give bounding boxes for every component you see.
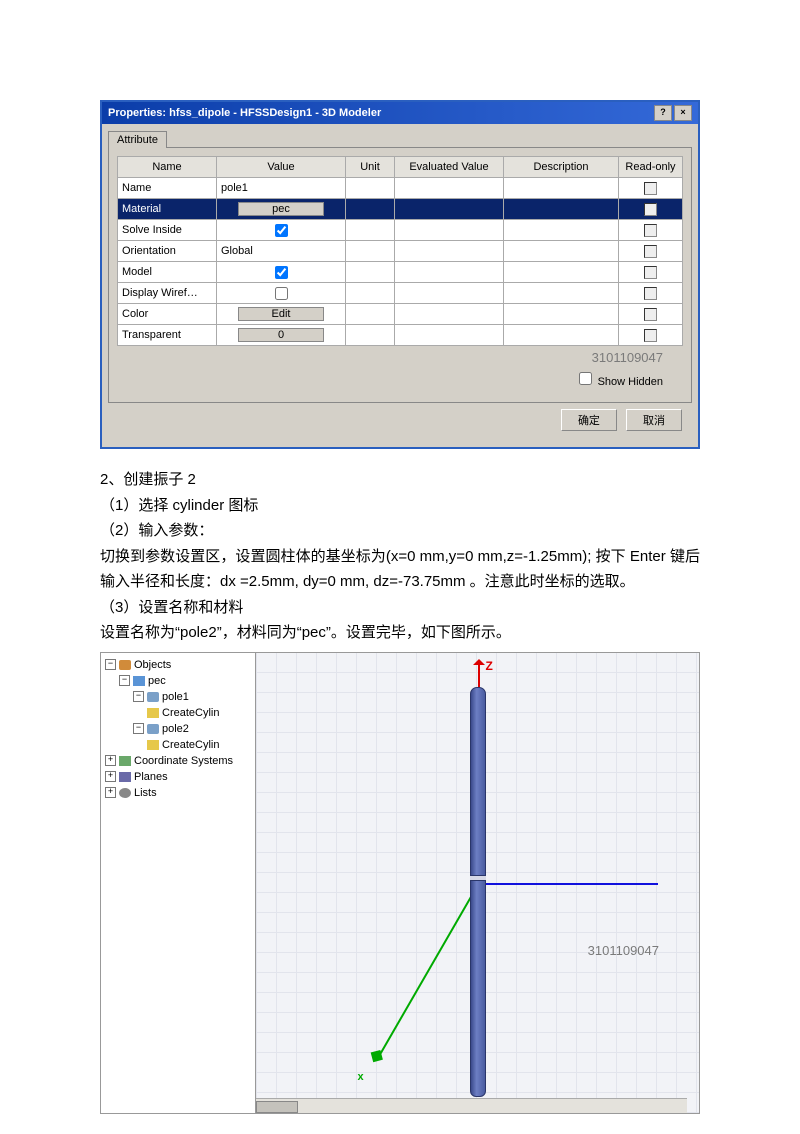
close-icon[interactable]: × xyxy=(674,105,692,121)
cell-value[interactable]: pole1 xyxy=(217,178,346,199)
titlebar: Properties: hfss_dipole - HFSSDesign1 - … xyxy=(102,102,698,124)
tree-pole2[interactable]: −pole2 CreateCylin xyxy=(133,721,253,753)
material-icon xyxy=(133,676,145,686)
tree-label: Coordinate Systems xyxy=(134,755,233,767)
row-transparent[interactable]: Transparent 0 xyxy=(118,325,683,346)
cs-icon xyxy=(119,756,131,766)
tree-objects[interactable]: −Objects −pec −pole1 CreateCylin −pole2 … xyxy=(105,657,253,753)
lists-icon xyxy=(119,788,131,798)
readonly-checkbox[interactable] xyxy=(644,287,657,300)
tree-label: Planes xyxy=(134,771,168,783)
cell-name: Orientation xyxy=(118,241,217,262)
model-tree: −Objects −pec −pole1 CreateCylin −pole2 … xyxy=(101,653,256,1113)
tree-label: CreateCylin xyxy=(162,739,219,751)
tree-label: pole1 xyxy=(162,691,189,703)
tree-pec[interactable]: −pec −pole1 CreateCylin −pole2 CreateCyl… xyxy=(119,673,253,753)
readonly-checkbox[interactable] xyxy=(644,308,657,321)
tree-create2[interactable]: CreateCylin xyxy=(147,737,253,753)
z-axis-label: Z xyxy=(486,659,493,673)
col-value: Value xyxy=(217,157,346,178)
readonly-checkbox[interactable] xyxy=(644,182,657,195)
document-text: 2、创建振子 2 （1）选择 cylinder 图标 （2）输入参数： 切换到参… xyxy=(100,467,700,646)
x-axis-icon xyxy=(378,882,480,1056)
scrollbar-thumb[interactable] xyxy=(256,1101,298,1113)
viewport-watermark: 3101109047 xyxy=(588,943,659,958)
tree-cs[interactable]: +Coordinate Systems xyxy=(105,753,253,769)
text-line: （1）选择 cylinder 图标 xyxy=(100,493,700,519)
readonly-checkbox[interactable] xyxy=(644,266,657,279)
cell-name: Display Wiref… xyxy=(118,283,217,304)
row-model[interactable]: Model xyxy=(118,262,683,283)
command-icon xyxy=(147,708,159,718)
help-icon[interactable]: ? xyxy=(654,105,672,121)
col-unit: Unit xyxy=(346,157,395,178)
ok-button[interactable]: 确定 xyxy=(561,409,617,431)
row-display-wireframe[interactable]: Display Wiref… xyxy=(118,283,683,304)
properties-dialog: Properties: hfss_dipole - HFSSDesign1 - … xyxy=(100,100,700,449)
dipole-cylinder xyxy=(470,687,486,1097)
readonly-checkbox[interactable] xyxy=(644,245,657,258)
tree-label: Objects xyxy=(134,659,171,671)
cell-name: Transparent xyxy=(118,325,217,346)
text-line: 2、创建振子 2 xyxy=(100,467,700,493)
text-line: 设置名称为“pole2”，材料同为“pec”。设置完毕，如下图所示。 xyxy=(100,620,700,646)
text-line: （2）输入参数： xyxy=(100,518,700,544)
row-name[interactable]: Name pole1 xyxy=(118,178,683,199)
tree-pole1[interactable]: −pole1 CreateCylin xyxy=(133,689,253,721)
tree-lists[interactable]: +Lists xyxy=(105,785,253,801)
row-material[interactable]: Material pec xyxy=(118,199,683,220)
row-orientation[interactable]: Orientation Global xyxy=(118,241,683,262)
row-solve-inside[interactable]: Solve Inside xyxy=(118,220,683,241)
cell-name: Model xyxy=(118,262,217,283)
readonly-checkbox[interactable] xyxy=(644,203,657,216)
watermark: 3101109047 xyxy=(117,346,683,367)
cancel-button[interactable]: 取消 xyxy=(626,409,682,431)
solve-inside-checkbox[interactable] xyxy=(275,224,288,237)
cell-name: Name xyxy=(118,178,217,199)
col-eval: Evaluated Value xyxy=(395,157,504,178)
transparent-button[interactable]: 0 xyxy=(238,328,324,342)
scrollbar[interactable] xyxy=(256,1098,687,1113)
col-ro: Read-only xyxy=(619,157,683,178)
y-axis-icon xyxy=(478,883,658,885)
model-checkbox[interactable] xyxy=(275,266,288,279)
text-line: （3）设置名称和材料 xyxy=(100,595,700,621)
cell-name: Material xyxy=(118,199,217,220)
tab-attribute[interactable]: Attribute xyxy=(108,131,167,148)
tree-label: Lists xyxy=(134,787,157,799)
text-line: 切换到参数设置区，设置圆柱体的基坐标为(x=0 mm,y=0 mm,z=-1.2… xyxy=(100,544,700,595)
material-button[interactable]: pec xyxy=(238,202,324,216)
3d-viewport[interactable]: Z x 3101109047 xyxy=(256,653,699,1113)
solid-icon xyxy=(147,724,159,734)
col-name: Name xyxy=(118,157,217,178)
cell-name: Color xyxy=(118,304,217,325)
command-icon xyxy=(147,740,159,750)
modeler-figure: −Objects −pec −pole1 CreateCylin −pole2 … xyxy=(100,652,700,1114)
readonly-checkbox[interactable] xyxy=(644,329,657,342)
objects-icon xyxy=(119,660,131,670)
window-title: Properties: hfss_dipole - HFSSDesign1 - … xyxy=(108,107,381,119)
cell-name: Solve Inside xyxy=(118,220,217,241)
tree-label: pole2 xyxy=(162,723,189,735)
tree-label: pec xyxy=(148,675,166,687)
tree-label: CreateCylin xyxy=(162,707,219,719)
row-color[interactable]: Color Edit xyxy=(118,304,683,325)
x-axis-label: x xyxy=(358,1071,364,1083)
show-hidden-label: Show Hidden xyxy=(598,376,663,388)
solid-icon xyxy=(147,692,159,702)
readonly-checkbox[interactable] xyxy=(644,224,657,237)
color-edit-button[interactable]: Edit xyxy=(238,307,324,321)
show-hidden-checkbox[interactable] xyxy=(579,372,592,385)
tab-panel: Name Value Unit Evaluated Value Descript… xyxy=(108,147,692,403)
dipole-gap xyxy=(470,875,486,881)
properties-table: Name Value Unit Evaluated Value Descript… xyxy=(117,156,683,346)
tree-create1[interactable]: CreateCylin xyxy=(147,705,253,721)
wireframe-checkbox[interactable] xyxy=(275,287,288,300)
tree-planes[interactable]: +Planes xyxy=(105,769,253,785)
cell-value[interactable]: Global xyxy=(217,241,346,262)
col-desc: Description xyxy=(504,157,619,178)
planes-icon xyxy=(119,772,131,782)
